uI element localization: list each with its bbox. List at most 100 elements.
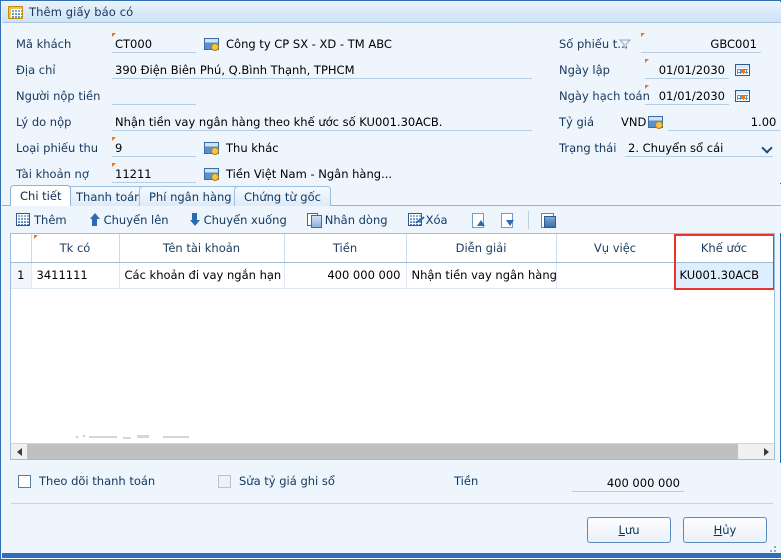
field-so-phieu: Số phiếu t... GBC001 bbox=[559, 32, 761, 53]
triangle-right-icon bbox=[763, 447, 769, 456]
field-label-loai-phieu-thu: Loại phiếu thu bbox=[16, 141, 99, 155]
grid-header-vu-viec[interactable]: Vụ việc bbox=[556, 234, 675, 263]
toolbar-button-xoa[interactable]: Xóa bbox=[402, 209, 454, 230]
total-amount-value: 400 000 000 bbox=[606, 475, 680, 490]
toolbar-button-chuyen-xuong[interactable]: Chuyển xuống bbox=[183, 209, 293, 230]
ma-khach-description: Công ty CP SX - XD - TM ABC bbox=[226, 37, 392, 51]
field-label-so-phieu: Số phiếu t... bbox=[559, 37, 629, 51]
nguoi-nop-tien-input[interactable] bbox=[112, 88, 196, 105]
grid-header-ten-tai-khoan[interactable]: Tên tài khoản bbox=[119, 234, 285, 263]
tab-chung-tu-goc[interactable]: Chứng từ gốc bbox=[234, 186, 331, 206]
total-amount-input[interactable]: 400 000 000 bbox=[572, 475, 684, 492]
tab-chi-tiet[interactable]: Chi tiết bbox=[10, 185, 72, 206]
ty-gia-input[interactable]: 1.00 bbox=[668, 114, 781, 131]
field-ly-do-nop: Lý do nộp Nhận tiền vay ngân hàng theo k… bbox=[16, 113, 532, 131]
save-layout-icon bbox=[540, 212, 557, 228]
lookup-icon-ty-gia[interactable] bbox=[648, 116, 664, 129]
cell-tk-co[interactable]: 3411111 bbox=[31, 262, 120, 289]
ty-gia-currency[interactable]: VND bbox=[621, 115, 646, 129]
grid-header-dien-giai[interactable]: Diễn giải bbox=[406, 234, 557, 263]
field-dia-chi: Địa chỉ 390 Điện Biên Phú, Q.Bình Thạnh,… bbox=[16, 61, 532, 79]
toolbar-label-chuyen-xuong: Chuyển xuống bbox=[203, 212, 287, 227]
bottom-panel: Theo dõi thanh toán Sửa tỷ giá ghi sổ Ti… bbox=[2, 463, 781, 559]
field-ma-khach: Mã khách CT000 Công ty CP SX - XD - TM A… bbox=[16, 32, 392, 53]
form-area: Mã khách CT000 Công ty CP SX - XD - TM A… bbox=[2, 23, 781, 183]
tai-khoan-no-input[interactable]: 11211 bbox=[112, 162, 196, 183]
field-label-ty-gia: Tỷ giá bbox=[559, 115, 595, 129]
lookup-icon-loai-phieu-thu[interactable] bbox=[204, 142, 219, 155]
toolbar-button-page-up[interactable] bbox=[466, 209, 491, 230]
field-loai-phieu-thu: Loại phiếu thu 9 Thu khác bbox=[16, 136, 279, 157]
grid-header-rownum bbox=[11, 234, 32, 263]
checkbox-sua-ty-gia-ghi-so[interactable]: Sửa tỷ giá ghi sổ bbox=[218, 474, 335, 488]
field-label-ma-khach: Mã khách bbox=[16, 37, 72, 51]
grid-header-khe-uoc[interactable]: Khế ước bbox=[674, 234, 774, 263]
toolbar-label-xoa: Xóa bbox=[425, 212, 448, 227]
save-button[interactable]: Lưu bbox=[587, 517, 671, 543]
triangle-left-icon bbox=[16, 447, 22, 456]
grid-header-tk-co[interactable]: Tk có bbox=[31, 234, 120, 263]
total-amount-label: Tiền bbox=[454, 474, 479, 488]
cell-ten-tai-khoan[interactable]: Các khoản đi vay ngắn hạn bbox=[119, 262, 285, 289]
scroll-left-arrow[interactable] bbox=[11, 444, 27, 459]
toolbar-label-chuyen-len: Chuyển lên bbox=[103, 212, 169, 227]
bottom-divider bbox=[11, 503, 773, 504]
cell-tien[interactable]: 400 000 000 bbox=[284, 262, 407, 289]
grid-toolbar: Thêm Chuyển lên Chuyển xuống Nhân dòng X… bbox=[2, 206, 781, 233]
field-label-trang-thai: Trạng thái bbox=[559, 141, 617, 155]
lookup-icon-tai-khoan-no[interactable] bbox=[204, 168, 219, 181]
toolbar-button-them[interactable]: Thêm bbox=[10, 209, 73, 230]
calendar-icon-ngay-hach-toan[interactable] bbox=[735, 90, 750, 102]
dialog-window: Thêm giấy báo có Mã khách CT000 Công ty … bbox=[0, 0, 781, 560]
cell-vu-viec[interactable] bbox=[556, 262, 675, 289]
ly-do-nop-input[interactable]: Nhận tiền vay ngân hàng theo khế ước số … bbox=[112, 114, 532, 131]
grid-header-tien[interactable]: Tiền bbox=[284, 234, 407, 263]
scrollbar-thumb[interactable] bbox=[27, 444, 738, 459]
field-label-ngay-hach-toan: Ngày hạch toán bbox=[559, 89, 650, 103]
ngay-lap-input[interactable]: 01/01/2030 bbox=[645, 58, 729, 79]
toolbar-button-page-down[interactable] bbox=[495, 209, 520, 230]
toolbar-button-save-layout[interactable] bbox=[535, 209, 563, 230]
chevron-down-icon[interactable] bbox=[762, 142, 773, 153]
toolbar-button-nhan-dong[interactable]: Nhân dòng bbox=[301, 209, 394, 230]
duplicate-row-icon bbox=[306, 213, 322, 228]
field-tai-khoan-no: Tài khoản nợ 11211 Tiền Việt Nam - Ngân … bbox=[16, 162, 392, 183]
loai-phieu-thu-input[interactable]: 9 bbox=[112, 136, 196, 157]
toolbar-label-them: Thêm bbox=[34, 212, 67, 227]
window-bottom-accent bbox=[2, 553, 781, 558]
toolbar-separator bbox=[527, 210, 529, 229]
arrow-down-icon bbox=[189, 213, 200, 226]
window-title: Thêm giấy báo có bbox=[29, 5, 134, 19]
field-label-ngay-lap: Ngày lập bbox=[559, 63, 610, 77]
toolbar-label-nhan-dong: Nhân dòng bbox=[324, 212, 388, 227]
table-row[interactable]: 1 3411111 Các khoản đi vay ngắn hạn 400 … bbox=[11, 262, 774, 289]
lookup-icon-ma-khach[interactable] bbox=[204, 38, 219, 51]
window-grid-icon bbox=[8, 5, 23, 19]
loai-phieu-thu-description: Thu khác bbox=[226, 141, 279, 155]
detail-grid[interactable]: Tk có Tên tài khoản Tiền Diễn giải Vụ vi… bbox=[10, 233, 775, 443]
field-label-tai-khoan-no: Tài khoản nợ bbox=[16, 167, 89, 181]
cell-khe-uoc[interactable]: KU001.30ACB bbox=[674, 262, 774, 289]
grid-artifact bbox=[71, 432, 201, 440]
field-ngay-lap: Ngày lập 01/01/2030 bbox=[559, 58, 750, 79]
scroll-right-arrow[interactable] bbox=[758, 444, 774, 459]
ma-khach-input[interactable]: CT000 bbox=[112, 32, 196, 53]
toolbar-button-chuyen-len[interactable]: Chuyển lên bbox=[83, 209, 175, 230]
cancel-button[interactable]: Hủy bbox=[683, 517, 767, 543]
checkbox-theo-doi-thanh-toan[interactable]: Theo dõi thanh toán bbox=[18, 474, 155, 488]
checkbox-box-theo-doi[interactable] bbox=[18, 474, 31, 488]
dia-chi-input[interactable]: 390 Điện Biên Phú, Q.Bình Thạnh, TPHCM bbox=[112, 62, 532, 79]
so-phieu-input[interactable]: GBC001 bbox=[641, 32, 761, 53]
save-button-label: Lưu bbox=[618, 523, 640, 537]
total-amount-row: Tiền bbox=[454, 474, 478, 488]
cell-dien-giai[interactable]: Nhận tiền vay ngân hàng bbox=[406, 262, 557, 289]
grid-horizontal-scrollbar[interactable] bbox=[10, 443, 775, 460]
calendar-icon-ngay-lap[interactable] bbox=[735, 64, 750, 76]
trang-thai-select[interactable]: 2. Chuyển sổ cái bbox=[625, 140, 773, 157]
checkbox-box-sua-ty-gia[interactable] bbox=[218, 474, 231, 488]
tab-phi-ngan-hang[interactable]: Phí ngân hàng bbox=[139, 186, 242, 206]
filter-funnel-icon[interactable] bbox=[618, 38, 632, 50]
page-up-icon bbox=[471, 212, 485, 228]
ngay-hach-toan-input[interactable]: 01/01/2030 bbox=[645, 84, 729, 105]
detail-grid-table: Tk có Tên tài khoản Tiền Diễn giải Vụ vi… bbox=[11, 234, 774, 289]
